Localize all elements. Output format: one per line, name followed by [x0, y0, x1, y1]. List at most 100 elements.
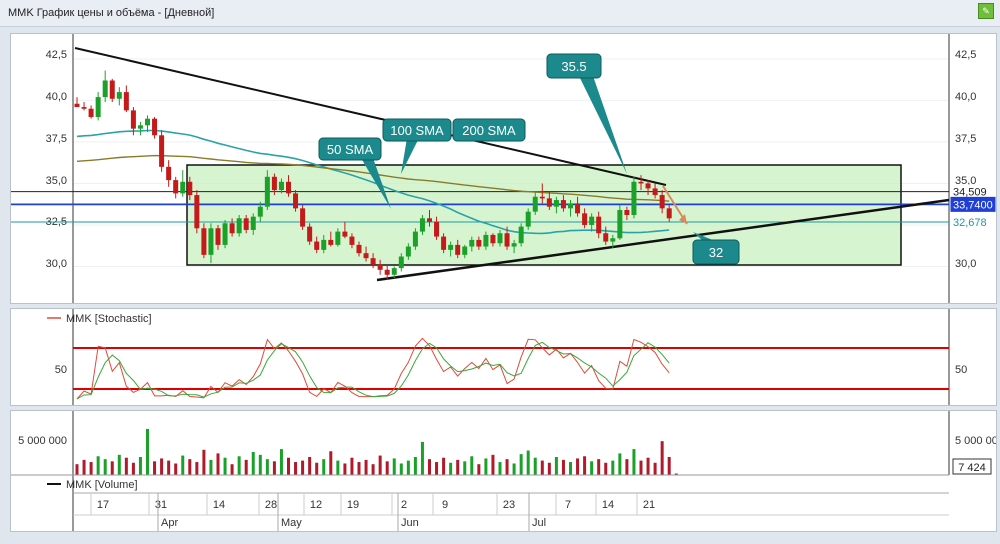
- volume-bar: [505, 459, 509, 475]
- volume-bar: [209, 459, 213, 475]
- candle-body: [391, 268, 397, 275]
- volume-bar: [449, 462, 453, 475]
- candle-body: [342, 231, 348, 237]
- candle-body: [589, 216, 595, 225]
- candle-body: [152, 118, 158, 136]
- candle-body: [511, 243, 517, 247]
- candle-body: [384, 269, 390, 275]
- day-tick: 2: [401, 499, 407, 511]
- volume-bar: [569, 462, 572, 475]
- candle-body: [81, 107, 87, 109]
- candle-body: [286, 181, 291, 194]
- candle-body: [300, 208, 306, 227]
- candle-body: [419, 218, 425, 232]
- volume-bar: [174, 463, 178, 475]
- volume-bar: [371, 464, 375, 475]
- volume-bar: [583, 456, 587, 475]
- volume-bar: [512, 463, 516, 475]
- vol-tick-left: 5 000 000: [18, 435, 67, 447]
- candle-body: [116, 92, 122, 99]
- price-panel[interactable]: 42,5 40,0 37,5 35,0 32,5 30,0 42,5 40,0 …: [10, 33, 997, 304]
- volume-bar: [435, 462, 439, 475]
- candle-body: [74, 103, 80, 108]
- volume-bar: [181, 455, 185, 475]
- volume-bar: [301, 460, 305, 475]
- candle-body: [560, 200, 566, 209]
- volume-bar: [420, 441, 424, 475]
- stoch-legend: MMK [Stochastic]: [66, 313, 152, 325]
- candle-body: [553, 200, 559, 207]
- volume-bar: [124, 457, 128, 475]
- month-tick: May: [281, 517, 302, 529]
- candle-body: [229, 223, 235, 234]
- volume-bar: [153, 461, 157, 475]
- day-tick: 21: [643, 499, 655, 511]
- price-right-ticks: 42,5 40,0 37,5 35,0 30,0: [955, 49, 976, 270]
- y-tick: 40,0: [46, 91, 67, 103]
- candle-body: [666, 208, 672, 219]
- candle-body: [349, 236, 355, 245]
- volume-bar: [406, 460, 410, 475]
- candle-body: [624, 210, 630, 215]
- time-axis: 17 31 14 28 12 19 2 9 23 7 14 21 Apr May…: [97, 499, 655, 529]
- marker-label: 33,7400: [953, 199, 993, 211]
- candle-body: [518, 226, 524, 244]
- volume-bar: [597, 459, 601, 475]
- volume-bar: [491, 454, 495, 475]
- volume-bar: [265, 459, 269, 475]
- volume-bar: [117, 454, 121, 475]
- candle-body: [497, 233, 503, 244]
- candle-body: [638, 181, 644, 184]
- day-tick: 12: [310, 499, 322, 511]
- volume-panel[interactable]: 5 000 000 5 000 000 7 424 MMK [Volume] 1…: [10, 410, 1000, 532]
- price-y-ticks: 42,5 40,0 37,5 35,0 32,5 30,0: [46, 49, 67, 270]
- day-tick: 19: [347, 499, 359, 511]
- volume-bar: [660, 441, 664, 475]
- candle-body: [483, 234, 489, 247]
- volume-bar: [202, 449, 206, 475]
- candle-body: [448, 244, 454, 250]
- volume-bar: [75, 464, 79, 475]
- stochastic-panel[interactable]: MMK [Stochastic] 50 50: [10, 308, 997, 406]
- volume-bar: [251, 451, 255, 475]
- volume-bar: [456, 459, 460, 475]
- candle-body: [321, 239, 327, 250]
- volume-bar: [590, 461, 594, 475]
- volume-bar: [110, 461, 114, 475]
- volume-bar: [646, 457, 650, 475]
- candle-body: [356, 244, 362, 254]
- right-tick: 37,5: [955, 133, 976, 145]
- candle-body: [271, 176, 277, 191]
- candle-body: [201, 228, 207, 255]
- candle-body: [109, 80, 115, 99]
- pin-icon[interactable]: ✎: [978, 3, 994, 19]
- vol-tick-right: 5 000 000: [955, 435, 996, 447]
- volume-bar: [272, 461, 276, 475]
- candle-body: [222, 223, 228, 245]
- volume-bar: [308, 457, 312, 475]
- candle-body: [405, 246, 411, 257]
- volume-bar: [103, 459, 107, 475]
- volume-bar: [223, 457, 227, 475]
- volume-bar: [540, 460, 544, 475]
- candle-body: [159, 135, 165, 167]
- candle-body: [434, 221, 440, 237]
- candle-body: [243, 218, 249, 230]
- volume-bar: [287, 457, 290, 475]
- volume-bar: [258, 454, 262, 475]
- candle-body: [546, 198, 552, 207]
- candle-body: [610, 238, 616, 242]
- candle-body: [278, 181, 284, 191]
- volume-bar: [364, 459, 368, 475]
- month-tick: Apr: [161, 517, 178, 529]
- volume-bar: [413, 457, 417, 475]
- candle-body: [264, 176, 270, 207]
- volume-bar: [604, 462, 608, 475]
- volume-bar: [230, 464, 234, 475]
- day-tick: 9: [442, 499, 448, 511]
- volume-bar: [279, 449, 283, 475]
- range-box: [186, 164, 902, 266]
- volume-bar: [167, 460, 171, 475]
- volume-bar: [322, 459, 326, 475]
- candle-body: [187, 181, 193, 196]
